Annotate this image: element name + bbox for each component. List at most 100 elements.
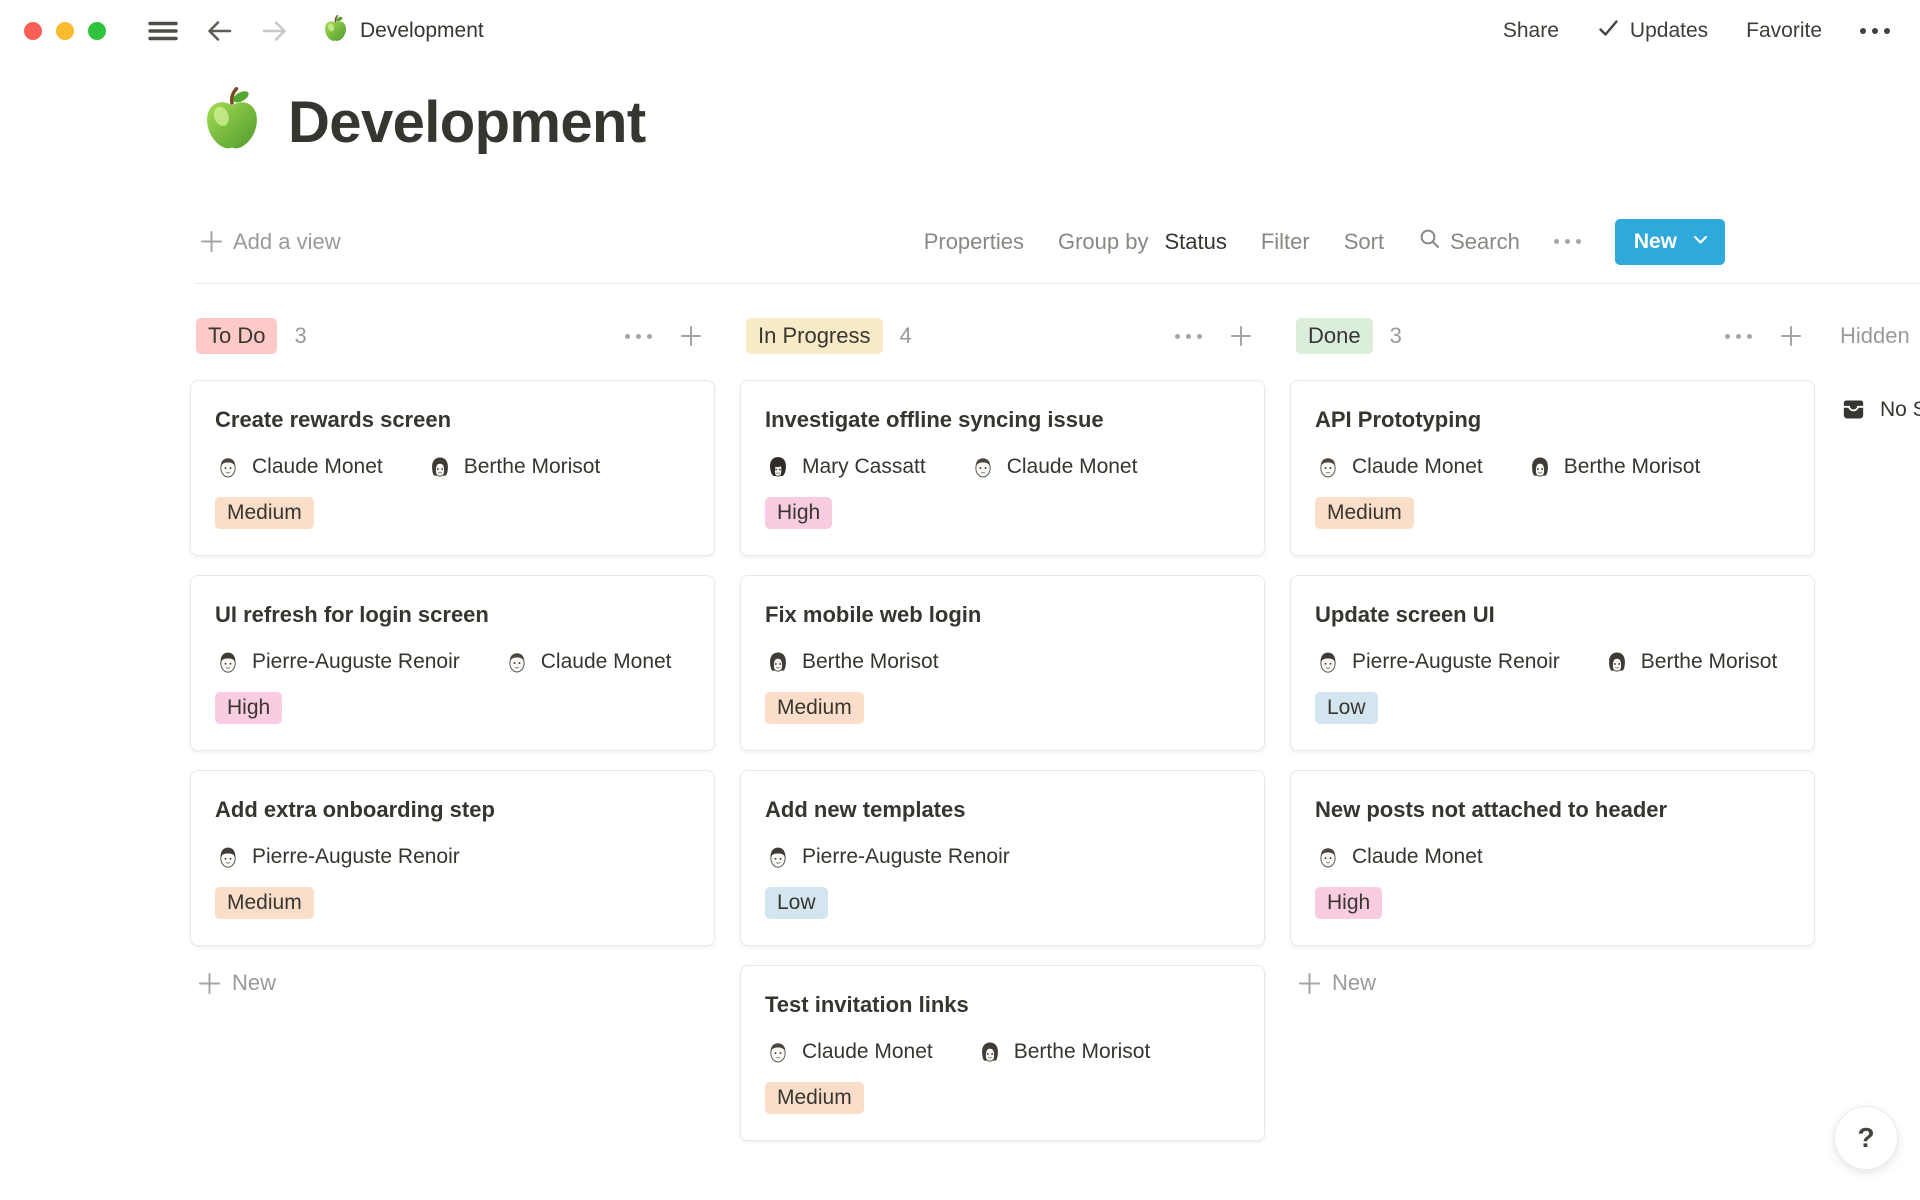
sidebar-toggle-icon[interactable] [148, 19, 178, 43]
avatar-pierre-auguste-renoir-icon [765, 844, 791, 870]
breadcrumb-title: Development [360, 19, 484, 43]
add-card-button[interactable]: New [1290, 970, 1815, 996]
assignee-name: Pierre-Auguste Renoir [252, 845, 460, 869]
card-title: New posts not attached to header [1315, 796, 1790, 824]
kanban-card[interactable]: Add new templates Pierre-Auguste Renoir … [740, 770, 1265, 946]
avatar-claude-monet-icon [1315, 844, 1341, 870]
column-status-badge[interactable]: To Do [196, 318, 277, 354]
kanban-card[interactable]: New posts not attached to header Claude … [1290, 770, 1815, 946]
kanban-card[interactable]: Investigate offline syncing issue Mary C… [740, 380, 1265, 556]
page-title-apple-icon[interactable] [200, 87, 264, 156]
assignee-name: Berthe Morisot [1564, 455, 1701, 479]
column-add-icon[interactable] [1779, 324, 1803, 348]
card-priority-row: Low [765, 887, 1240, 919]
group-by-label: Group by [1058, 229, 1149, 255]
avatar-mary-cassatt-icon [765, 454, 791, 480]
avatar-berthe-morisot-icon [427, 454, 453, 480]
search-icon [1418, 227, 1441, 256]
favorite-label: Favorite [1746, 19, 1822, 43]
column-add-icon[interactable] [679, 324, 703, 348]
sort-button[interactable]: Sort [1344, 229, 1384, 255]
card-priority-row: Medium [765, 692, 1240, 724]
zoom-window-button[interactable] [88, 22, 106, 40]
column-add-icon[interactable] [1229, 324, 1253, 348]
back-arrow-icon[interactable] [204, 16, 234, 46]
column-more-icon[interactable] [1175, 334, 1202, 339]
plus-icon [1298, 972, 1321, 995]
assignee: Claude Monet [1315, 844, 1483, 870]
kanban-card[interactable]: API Prototyping Claude Monet Berthe Mori… [1290, 380, 1815, 556]
add-view-button[interactable]: Add a view [200, 229, 341, 255]
board-column-done: Done 3 API Prototyping Claude Monet Bert… [1290, 314, 1815, 996]
close-window-button[interactable] [24, 22, 42, 40]
share-button[interactable]: Share [1503, 19, 1559, 43]
avatar-pierre-auguste-renoir-icon [215, 844, 241, 870]
assignee-name: Claude Monet [1007, 455, 1138, 479]
more-options-icon[interactable] [1860, 28, 1890, 34]
new-button[interactable]: New [1615, 219, 1725, 265]
hidden-group-no-status[interactable]: No Status [1840, 396, 1920, 423]
properties-button[interactable]: Properties [924, 229, 1024, 255]
board-column-to-do: To Do 3 Create rewards screen Claude Mon… [190, 314, 715, 996]
avatar-claude-monet-icon [215, 454, 241, 480]
kanban-card[interactable]: Test invitation links Claude Monet Berth… [740, 965, 1265, 1141]
add-card-button[interactable]: New [190, 970, 715, 996]
kanban-card[interactable]: Fix mobile web login Berthe Morisot Medi… [740, 575, 1265, 751]
assignee-name: Pierre-Auguste Renoir [252, 650, 460, 674]
filter-button[interactable]: Filter [1261, 229, 1310, 255]
assignee: Pierre-Auguste Renoir [215, 844, 460, 870]
assignee-name: Berthe Morisot [1641, 650, 1778, 674]
card-priority-row: Medium [215, 497, 690, 529]
kanban-card[interactable]: Create rewards screen Claude Monet Berth… [190, 380, 715, 556]
column-count: 4 [900, 323, 912, 349]
kanban-card[interactable]: Update screen UI Pierre-Auguste Renoir B… [1290, 575, 1815, 751]
new-button-label: New [1634, 230, 1677, 254]
card-priority-tag: Medium [1315, 497, 1414, 529]
add-view-label: Add a view [233, 229, 341, 255]
view-toolbar: Add a view Properties Group byStatus Fil… [200, 218, 1725, 265]
assignee: Claude Monet [1315, 454, 1483, 480]
card-title: Fix mobile web login [765, 601, 1240, 629]
chevron-down-icon[interactable] [1692, 230, 1709, 254]
updates-label: Updates [1630, 19, 1708, 43]
column-actions [1725, 324, 1809, 348]
group-by-button[interactable]: Group byStatus [1058, 229, 1227, 255]
column-header: Done 3 [1290, 314, 1815, 358]
assignee: Berthe Morisot [765, 649, 939, 675]
add-card-label: New [1332, 970, 1376, 996]
column-status-badge[interactable]: In Progress [746, 318, 883, 354]
card-assignees: Mary Cassatt Claude Monet [765, 454, 1240, 480]
breadcrumb[interactable]: Development [322, 15, 484, 48]
minimize-window-button[interactable] [56, 22, 74, 40]
page-title[interactable]: Development [288, 90, 646, 156]
card-priority-tag: Medium [215, 497, 314, 529]
kanban-card[interactable]: Add extra onboarding step Pierre-Auguste… [190, 770, 715, 946]
hidden-columns-label[interactable]: Hidden [1840, 323, 1920, 349]
card-assignees: Berthe Morisot [765, 649, 1240, 675]
search-button[interactable]: Search [1418, 227, 1520, 256]
help-question-mark: ? [1857, 1122, 1874, 1154]
avatar-berthe-morisot-icon [765, 649, 791, 675]
card-priority-tag: Medium [765, 692, 864, 724]
card-priority-tag: Low [1315, 692, 1378, 724]
assignee-name: Berthe Morisot [1014, 1040, 1151, 1064]
column-status-badge[interactable]: Done [1296, 318, 1373, 354]
assignee: Pierre-Auguste Renoir [1315, 649, 1560, 675]
share-label: Share [1503, 19, 1559, 43]
titlebar-actions: Share Updates Favorite [1503, 17, 1890, 46]
card-list: API Prototyping Claude Monet Berthe Mori… [1290, 380, 1815, 946]
help-button[interactable]: ? [1834, 1106, 1898, 1170]
updates-button[interactable]: Updates [1597, 17, 1708, 46]
add-card-label: New [232, 970, 276, 996]
column-count: 3 [1390, 323, 1402, 349]
kanban-card[interactable]: UI refresh for login screen Pierre-Augus… [190, 575, 715, 751]
assignee-name: Claude Monet [802, 1040, 933, 1064]
column-more-icon[interactable] [625, 334, 652, 339]
favorite-button[interactable]: Favorite [1746, 19, 1822, 43]
assignee: Claude Monet [504, 649, 672, 675]
card-title: Create rewards screen [215, 406, 690, 434]
avatar-berthe-morisot-icon [1527, 454, 1553, 480]
view-more-icon[interactable] [1554, 239, 1581, 244]
forward-arrow-icon[interactable] [260, 16, 290, 46]
column-more-icon[interactable] [1725, 334, 1752, 339]
